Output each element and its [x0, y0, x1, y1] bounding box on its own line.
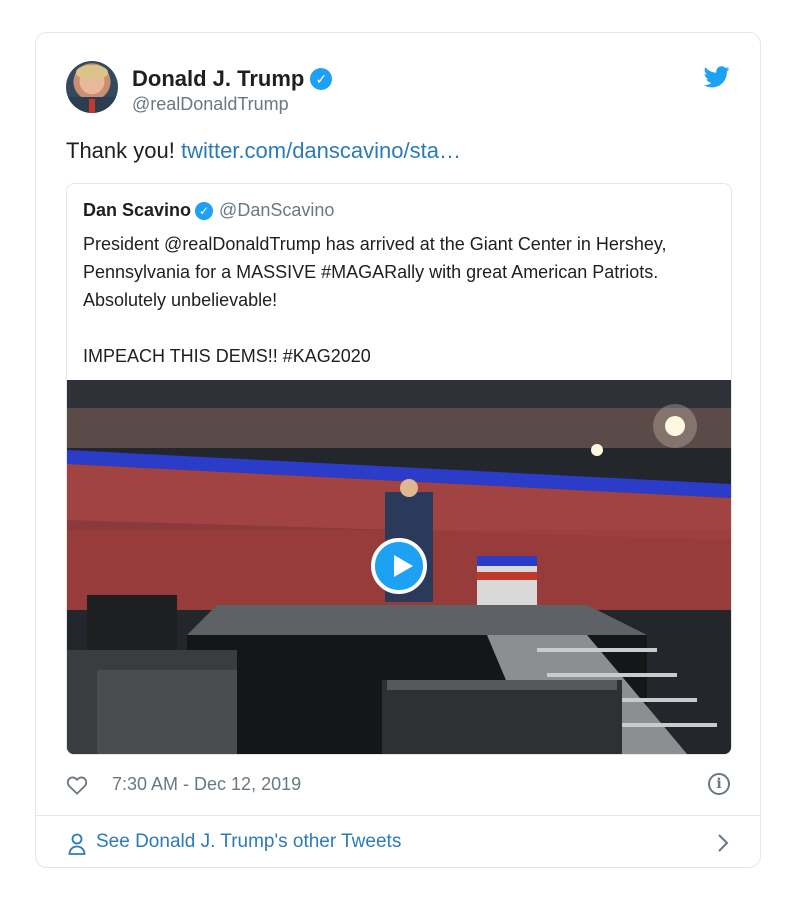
author-handle[interactable]: @realDonaldTrump [132, 94, 289, 115]
tweet-body: Thank you! [66, 138, 181, 163]
chevron-right-icon[interactable] [716, 833, 730, 853]
author-name-line[interactable]: Donald J. Trump ✓ [132, 66, 333, 92]
quoted-text-paragraph: President @realDonaldTrump has arrived a… [83, 234, 667, 310]
heart-icon[interactable] [66, 775, 88, 795]
play-button[interactable] [371, 538, 427, 594]
quoted-author-handle[interactable]: @DanScavino [219, 200, 334, 220]
video-thumbnail[interactable] [67, 380, 731, 754]
quoted-tweet-text: President @realDonaldTrump has arrived a… [83, 230, 713, 370]
twitter-bird-icon[interactable] [704, 66, 730, 88]
see-other-tweets-link[interactable]: See Donald J. Trump's other Tweets [66, 829, 732, 859]
quoted-text-paragraph: IMPEACH THIS DEMS!! #KAG2020 [83, 346, 371, 366]
tweet-link[interactable]: twitter.com/danscavino/sta… [181, 138, 461, 163]
author-name[interactable]: Donald J. Trump [132, 66, 304, 91]
see-other-tweets-label[interactable]: See Donald J. Trump's other Tweets [96, 831, 401, 853]
tweet-text: Thank you! twitter.com/danscavino/sta… [66, 138, 461, 164]
verified-badge-icon: ✓ [195, 202, 214, 220]
divider [36, 815, 760, 816]
quoted-tweet[interactable]: Dan Scavino ✓ @DanScavino President @realD… [66, 183, 732, 755]
embedded-tweet-card: Donald J. Trump ✓ @realDonaldTrump Thank … [35, 32, 761, 868]
tweet-timestamp[interactable]: 7:30 AM - Dec 12, 2019 [112, 774, 301, 795]
verified-badge-icon: ✓ [310, 68, 333, 90]
quoted-author-name[interactable]: Dan Scavino [83, 200, 191, 220]
quoted-author-line[interactable]: Dan Scavino ✓ @DanScavino [83, 200, 334, 221]
author-avatar[interactable] [66, 61, 118, 113]
person-icon [68, 833, 86, 855]
info-icon[interactable]: i [708, 773, 730, 795]
